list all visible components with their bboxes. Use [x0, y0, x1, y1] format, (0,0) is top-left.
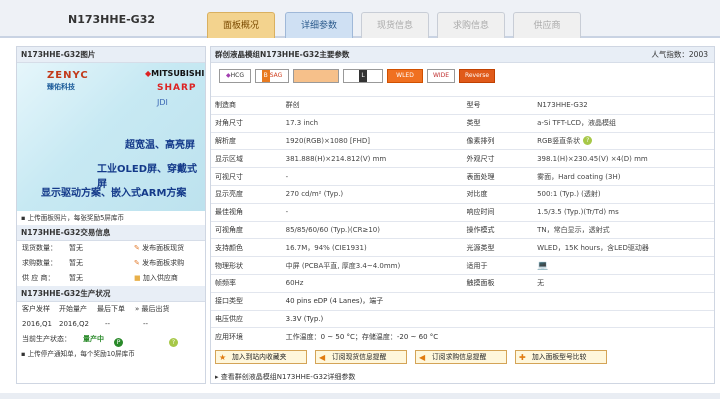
top-bar: N173HHE-G32 面板概况 详细参数 现货信息 求购信息 供应商 — [0, 0, 720, 38]
table-row: 可视角度 85/85/60/60 (Typ.)(CR≥10) 操作模式 TN，常白显示… — [211, 220, 714, 239]
subscribe-purchase-button[interactable]: ◀ 订阅求购信息提醒 — [415, 350, 507, 364]
folder-icon: ■ — [134, 274, 141, 282]
star-icon: ★ — [219, 353, 227, 362]
wled-badge: WLED — [387, 69, 423, 83]
add-favorite-button[interactable]: ★ 加入到站内收藏夹 — [215, 350, 307, 364]
production-values: 2016,Q1 2016,Q2 -- -- — [22, 320, 149, 328]
pencil-icon: ✎ — [134, 259, 140, 267]
table-row: 解析度 1920(RGB)×1080 [FHD] 像素排列 RGB竖直条状? — [211, 131, 714, 150]
upload-icon: ▪ — [21, 350, 28, 358]
subscribe-stock-button[interactable]: ◀ 订阅现货信息提醒 — [315, 350, 407, 364]
status-icon: P — [114, 337, 123, 347]
image-section-title: N173HHE-G32图片 — [17, 47, 205, 63]
product-name: N173HHE-G32 — [68, 13, 155, 26]
compare-model-button[interactable]: ✚ 加入面板型号比较 — [515, 350, 607, 364]
banner-line-1: 超宽温、高亮屏 — [125, 140, 195, 151]
speaker-icon: ◀ — [419, 353, 426, 362]
wide-badge: WIDE — [427, 69, 455, 83]
table-row: 制造商 群创 型号 N173HHE-G32 — [211, 96, 714, 115]
laptop-icon: 💻 — [537, 260, 549, 271]
mitsubishi-logo: ◆MITSUBISHI — [145, 69, 205, 78]
zenyc-logo: ZENYC — [47, 70, 89, 81]
jdi-logo: JDI — [157, 98, 168, 107]
table-row: 对角尺寸 17.3 inch 类型 a-Si TFT-LCD，液晶模组 — [211, 113, 714, 133]
table-row: 应用环境 工作温度：0 ~ 50 °C；存储温度：-20 ~ 60 °C — [211, 327, 714, 346]
sharp-logo: SHARP — [157, 83, 197, 93]
production-headers: 客户发样 开始量产 最后下单 » 最后出货 — [17, 302, 205, 317]
table-row: 帧频率 60Hz 触摸面板无 — [211, 273, 714, 293]
table-row: 接口类型 40 pins eDP (4 Lanes)，端子 — [211, 291, 714, 311]
pencil-icon: ✎ — [134, 244, 140, 252]
production-section-title: N173HHE-G32生产状况 — [17, 286, 205, 302]
tab-purchase[interactable]: 求购信息 — [437, 12, 505, 38]
publish-stock-link[interactable]: ✎ 发布面板现货 — [134, 241, 184, 256]
chevron-right-icon: ▸ — [215, 373, 219, 381]
tab-details[interactable]: 详细参数 — [285, 12, 353, 38]
hcg-badge: ◆HCG — [219, 69, 251, 83]
more-params-link[interactable]: ▸ 查看群创液晶模组N173HHE-G32详细参数 — [215, 372, 355, 382]
trade-row-purchase: 求购数量： 暂无 ✎ 发布面板求购 — [17, 256, 205, 271]
status-badge: 量产中 — [83, 335, 104, 343]
table-row: 显示亮度 270 cd/m² (Typ.) 对比度 500:1 (Typ.) (透射) — [211, 184, 714, 204]
production-status: 当前生产状态： 量产中 P ? — [17, 332, 205, 347]
table-row: 显示区域 381.888(H)×214.812(V) mm 外观尺寸 398.1(H)… — [211, 149, 714, 168]
sag-badge: B SAG — [255, 69, 289, 83]
tab-overview[interactable]: 面板概况 — [207, 12, 275, 38]
ad-banner[interactable]: ZENYC 臻佑科技 ◆MITSUBISHI SHARP JDI 超宽温、高亮屏… — [17, 63, 205, 211]
plus-icon: ✚ — [519, 353, 526, 362]
help-icon[interactable]: ? — [583, 136, 593, 146]
trade-section-title: N173HHE-G32交易信息 — [17, 225, 205, 241]
table-row: 最佳视角 - 响应时间 1.5/3.5 (Typ.)(Tr/Td) ms — [211, 202, 714, 222]
trade-row-stock: 现货数量： 暂无 ✎ 发布面板现货 — [17, 241, 205, 256]
publish-purchase-link[interactable]: ✎ 发布面板求购 — [134, 256, 184, 271]
zenyc-cn-logo: 臻佑科技 — [47, 83, 75, 91]
tab-stock[interactable]: 现货信息 — [361, 12, 429, 38]
join-supplier-link[interactable]: ■ 加入供应商 — [134, 271, 178, 286]
trade-row-supplier: 供 应 商： 暂无 ■ 加入供应商 — [17, 271, 205, 286]
table-row: 支持颜色 16.7M，94% (CIE1931) 光源类型 WLED，15K hour… — [211, 238, 714, 257]
table-row: 电压供应 3.3V (Typ.) — [211, 309, 714, 328]
tab-suppliers[interactable]: 供应商 — [513, 12, 581, 38]
flat-badge — [293, 69, 339, 83]
popularity-count: 人气指数：2003 — [651, 50, 708, 59]
help-icon[interactable]: ? — [169, 337, 178, 347]
spec-section-title: 群创液晶模组N173HHE-G32主要参数 人气指数：2003 — [211, 47, 714, 63]
speaker-icon: ◀ — [319, 353, 326, 362]
right-panel: 群创液晶模组N173HHE-G32主要参数 人气指数：2003 ◆HCG B SA… — [210, 46, 715, 384]
upload-icon: ▪ — [21, 214, 28, 222]
table-row: 物理形状 中屏 (PCBA平直, 厚度3.4~4.0mm) 适用于 💻 — [211, 256, 714, 275]
l-badge: L — [343, 69, 383, 83]
left-panel: N173HHE-G32图片 ZENYC 臻佑科技 ◆MITSUBISHI SHA… — [16, 46, 206, 384]
upload-photo-note[interactable]: ▪ 上传面板照片，每张奖励5屏库币 — [17, 211, 205, 225]
spec-table: 制造商 群创 型号 N173HHE-G32 对角尺寸 17.3 inch 类型 a-Si TF… — [211, 96, 714, 346]
reverse-badge: Reverse — [459, 69, 495, 83]
table-row: 可视尺寸 - 表面处理 雾面，Hard coating (3H) — [211, 167, 714, 186]
header-last-shipment: » 最后出货 — [135, 305, 170, 313]
banner-line-3: 显示驱动方案、嵌入式ARM方案 — [41, 188, 187, 199]
chevron-right-icon: » — [135, 305, 140, 313]
bottom-border — [0, 393, 720, 399]
